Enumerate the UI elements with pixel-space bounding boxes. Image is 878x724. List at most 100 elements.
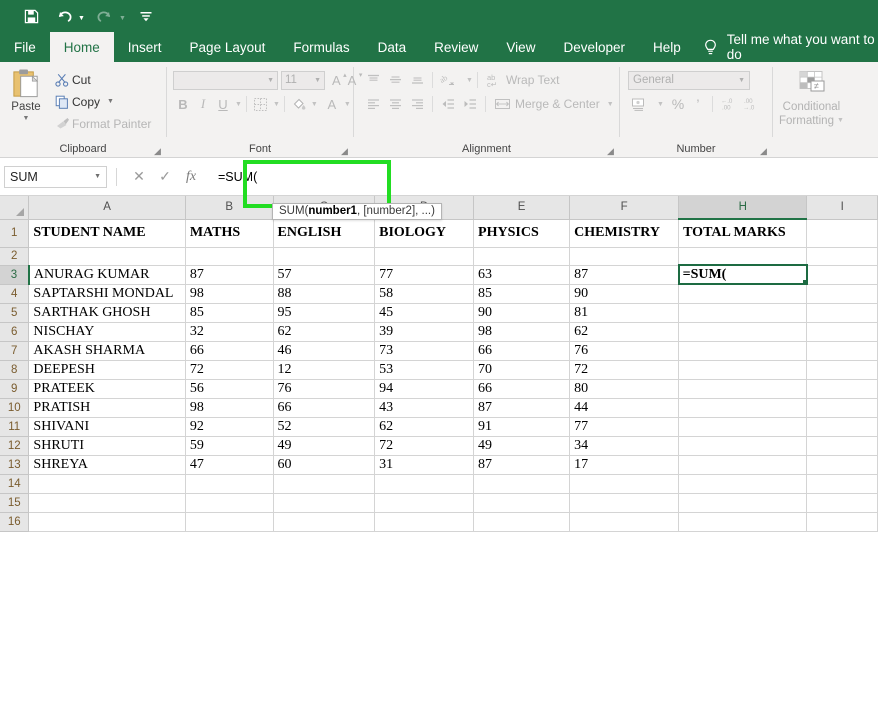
cell-b12[interactable]: 59 <box>185 436 274 456</box>
undo-dropdown-caret-icon[interactable]: ▼ <box>78 15 85 22</box>
tab-formulas[interactable]: Formulas <box>279 32 363 62</box>
formula-input[interactable]: =SUM( <box>210 165 874 188</box>
cell-h14[interactable] <box>678 474 808 494</box>
cell-d12[interactable]: 72 <box>374 436 475 456</box>
cell-h12[interactable] <box>678 436 808 456</box>
cell-i13[interactable] <box>806 455 878 475</box>
cell-b3[interactable]: 87 <box>185 265 274 285</box>
row-header-1[interactable]: 1 <box>0 219 30 248</box>
cell-d16[interactable] <box>374 512 475 532</box>
tell-me-box[interactable]: Tell me what you want to do <box>695 32 878 62</box>
cell-b6[interactable]: 32 <box>185 322 274 342</box>
name-box[interactable]: SUM ▼ <box>4 165 107 188</box>
column-header-b[interactable]: B <box>185 196 274 220</box>
cell-c11[interactable]: 52 <box>273 417 376 437</box>
cell-i15[interactable] <box>806 493 878 513</box>
cell-d4[interactable]: 58 <box>374 284 475 304</box>
copy-button[interactable]: Copy ▼ <box>52 92 151 111</box>
cell-h11[interactable] <box>678 417 808 437</box>
alignment-dialog-launcher-icon[interactable]: ◢ <box>606 147 615 156</box>
cell-e9[interactable]: 66 <box>473 379 571 399</box>
tab-home[interactable]: Home <box>49 32 114 62</box>
cell-f5[interactable]: 81 <box>569 303 680 323</box>
paste-dropdown-caret-icon[interactable]: ▼ <box>23 115 30 122</box>
cell-h6[interactable] <box>678 322 808 342</box>
cell-i1[interactable] <box>806 219 878 248</box>
column-header-h[interactable]: H <box>678 196 808 220</box>
cell-i4[interactable] <box>806 284 878 304</box>
row-header-16[interactable]: 16 <box>0 512 30 532</box>
cell-d11[interactable]: 62 <box>374 417 475 437</box>
cell-f10[interactable]: 44 <box>569 398 680 418</box>
cell-c15[interactable] <box>273 493 376 513</box>
cell-e2[interactable] <box>473 247 571 266</box>
cell-d2[interactable] <box>374 247 475 266</box>
cell-f1[interactable]: CHEMISTRY <box>569 219 680 248</box>
row-header-11[interactable]: 11 <box>0 417 30 437</box>
cell-b16[interactable] <box>185 512 274 532</box>
row-header-10[interactable]: 10 <box>0 398 30 418</box>
cell-i12[interactable] <box>806 436 878 456</box>
cell-c12[interactable]: 49 <box>273 436 376 456</box>
cell-d9[interactable]: 94 <box>374 379 475 399</box>
paste-button[interactable]: Paste ▼ <box>0 66 52 122</box>
name-box-caret-icon[interactable]: ▼ <box>94 173 101 180</box>
cancel-formula-button[interactable]: ✕ <box>126 166 152 188</box>
cell-f3[interactable]: 87 <box>569 265 680 285</box>
cell-d1[interactable]: BIOLOGY <box>374 219 475 248</box>
cell-c2[interactable] <box>273 247 376 266</box>
row-header-12[interactable]: 12 <box>0 436 30 456</box>
cell-a16[interactable] <box>28 512 186 532</box>
row-header-15[interactable]: 15 <box>0 493 30 513</box>
clipboard-dialog-launcher-icon[interactable]: ◢ <box>153 147 162 156</box>
cell-i6[interactable] <box>806 322 878 342</box>
cell-e12[interactable]: 49 <box>473 436 571 456</box>
cut-button[interactable]: Cut <box>52 70 151 89</box>
cell-f14[interactable] <box>569 474 680 494</box>
cell-a12[interactable]: SHRUTI <box>28 436 186 456</box>
font-dialog-launcher-icon[interactable]: ◢ <box>340 147 349 156</box>
qat-customize-group[interactable] <box>133 3 159 29</box>
tab-file[interactable]: File <box>0 32 50 62</box>
customize-quick-access-icon[interactable] <box>133 3 159 29</box>
cell-a14[interactable] <box>28 474 186 494</box>
cell-h7[interactable] <box>678 341 808 361</box>
cell-a11[interactable]: SHIVANI <box>28 417 186 437</box>
cell-d5[interactable]: 45 <box>374 303 475 323</box>
tab-data[interactable]: Data <box>364 32 421 62</box>
cell-f4[interactable]: 90 <box>569 284 680 304</box>
row-header-6[interactable]: 6 <box>0 322 30 342</box>
column-header-a[interactable]: A <box>28 196 186 220</box>
cell-e15[interactable] <box>473 493 571 513</box>
cell-a8[interactable]: DEEPESH <box>28 360 186 380</box>
row-header-14[interactable]: 14 <box>0 474 30 494</box>
row-header-5[interactable]: 5 <box>0 303 30 323</box>
cell-c4[interactable]: 88 <box>273 284 376 304</box>
cell-h10[interactable] <box>678 398 808 418</box>
row-header-2[interactable]: 2 <box>0 247 30 266</box>
cell-h15[interactable] <box>678 493 808 513</box>
cell-e5[interactable]: 90 <box>473 303 571 323</box>
save-icon[interactable] <box>18 3 44 29</box>
cell-i16[interactable] <box>806 512 878 532</box>
cell-f16[interactable] <box>569 512 680 532</box>
cell-b11[interactable]: 92 <box>185 417 274 437</box>
cell-d14[interactable] <box>374 474 475 494</box>
cell-e4[interactable]: 85 <box>473 284 571 304</box>
cell-e3[interactable]: 63 <box>473 265 571 285</box>
cell-i7[interactable] <box>806 341 878 361</box>
cell-e14[interactable] <box>473 474 571 494</box>
cell-h9[interactable] <box>678 379 808 399</box>
cell-h5[interactable] <box>678 303 808 323</box>
cell-d13[interactable]: 31 <box>374 455 475 475</box>
cell-i3[interactable] <box>806 265 878 285</box>
cell-a5[interactable]: SARTHAK GHOSH <box>28 303 186 323</box>
column-header-f[interactable]: F <box>569 196 680 220</box>
cell-i11[interactable] <box>806 417 878 437</box>
cell-h1[interactable]: TOTAL MARKS <box>678 219 808 248</box>
cell-f15[interactable] <box>569 493 680 513</box>
cell-c5[interactable]: 95 <box>273 303 376 323</box>
column-header-i[interactable]: I <box>806 196 878 220</box>
column-header-e[interactable]: E <box>473 196 571 220</box>
row-header-9[interactable]: 9 <box>0 379 30 399</box>
